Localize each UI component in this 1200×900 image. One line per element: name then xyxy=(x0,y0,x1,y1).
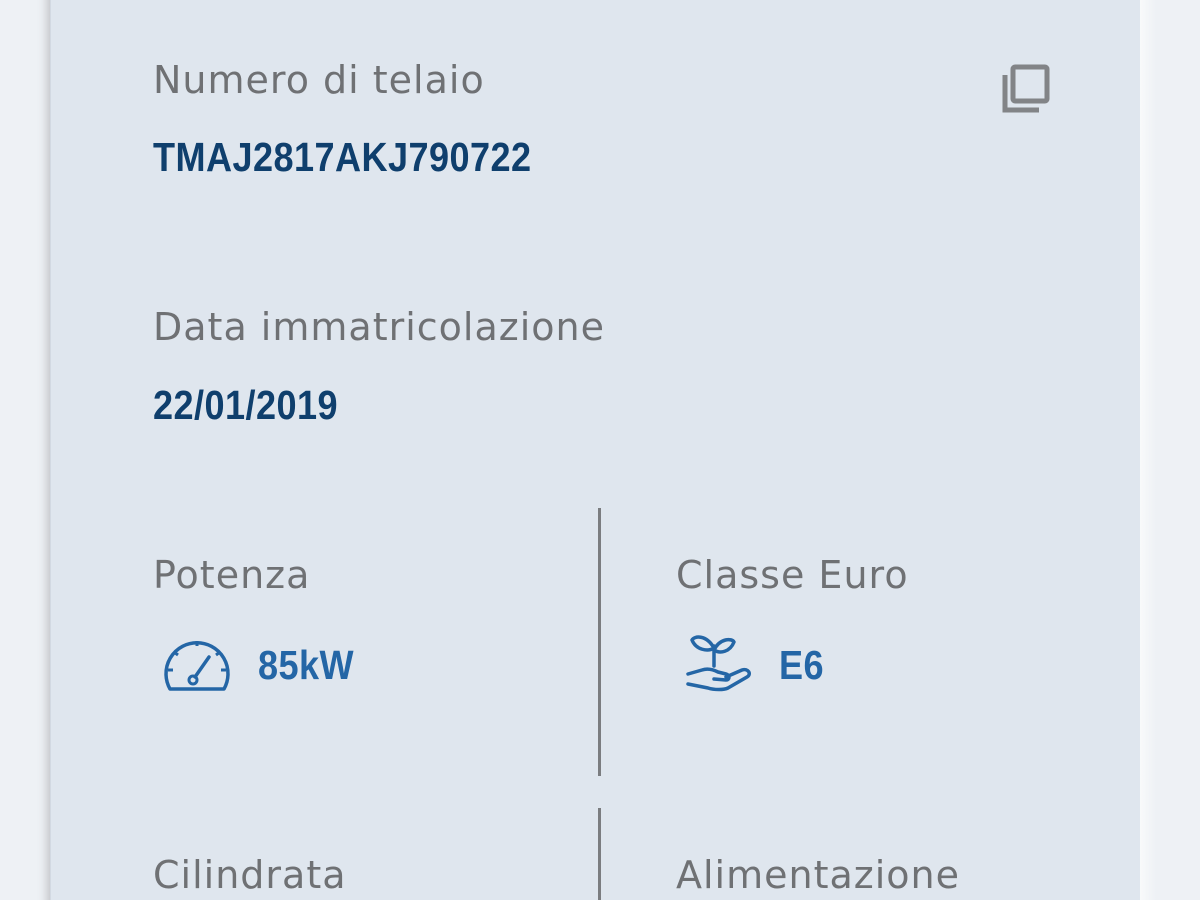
fuel-label: Alimentazione xyxy=(676,853,960,897)
power-label: Potenza xyxy=(153,553,311,597)
euro-class-value: E6 xyxy=(779,642,825,688)
plant-hand-icon xyxy=(684,628,756,698)
copy-vin-button[interactable] xyxy=(996,60,1058,118)
registration-date-label: Data immatricolazione xyxy=(153,305,605,349)
power-value: 85kW xyxy=(258,642,355,688)
displacement-label: Cilindrata xyxy=(153,853,347,897)
registration-date-value: 22/01/2019 xyxy=(153,382,338,428)
speedometer-icon xyxy=(160,632,234,702)
vin-value: TMAJ2817AKJ790722 xyxy=(153,134,532,180)
column-divider xyxy=(598,508,601,776)
column-divider xyxy=(598,808,601,900)
vin-label: Numero di telaio xyxy=(153,58,485,102)
copy-icon[interactable] xyxy=(996,60,1058,118)
euro-class-label: Classe Euro xyxy=(676,553,909,597)
page-edge xyxy=(1140,0,1156,900)
